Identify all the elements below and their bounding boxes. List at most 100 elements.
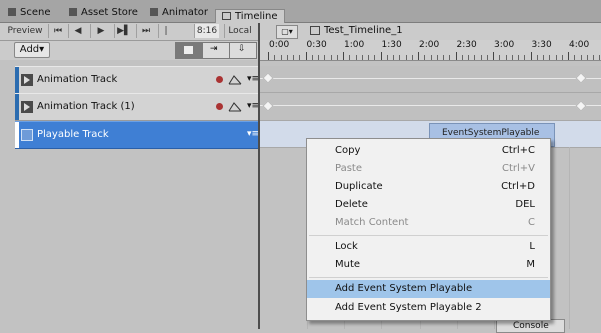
minor-tick <box>486 55 488 60</box>
time-ruler[interactable]: 0:00 0:30 1:00 1:30 2:00 2:30 3:00 3:30 4:00 <box>260 40 601 61</box>
add-track-button[interactable]: Add▾ <box>14 42 50 58</box>
menu-item-match-content: Match Content C <box>307 214 550 232</box>
tab-animator-label: Animator <box>162 7 208 18</box>
minor-tick <box>330 55 332 60</box>
timeline-asset-breadcrumb[interactable]: Test_Timeline_1 <box>310 25 440 37</box>
tab-timeline-label: Timeline <box>235 11 278 22</box>
keyframe-marker[interactable] <box>262 72 274 84</box>
play-range-button[interactable]: | <box>158 24 173 38</box>
timeline-selector-dropdown[interactable]: ▢▾ <box>276 25 298 39</box>
minor-tick <box>411 55 413 60</box>
menu-item-label: Delete <box>335 199 368 210</box>
minor-tick <box>499 55 501 60</box>
track-lane-animation-1[interactable] <box>260 93 601 121</box>
replace-icon: ⇩ <box>238 44 246 54</box>
mix-mode-button[interactable] <box>175 42 203 59</box>
clip-baseline <box>260 105 601 106</box>
minor-tick <box>555 55 557 60</box>
play-button[interactable]: ▶ <box>90 24 111 38</box>
tab-animator[interactable]: Animator <box>144 5 214 21</box>
keyframe-marker[interactable] <box>575 100 587 112</box>
minor-tick <box>474 55 476 60</box>
grid-line <box>569 147 570 329</box>
next-frame-button[interactable]: ▶▌ <box>114 24 133 38</box>
frame-field[interactable]: 8:16 <box>194 24 219 38</box>
minor-tick <box>399 55 401 60</box>
timeline-asset-icon <box>310 25 320 35</box>
minor-tick <box>436 55 438 60</box>
menu-item-shortcut: Ctrl+V <box>501 163 535 174</box>
console-label: Console <box>513 321 549 331</box>
menu-item-shortcut: DEL <box>515 199 535 210</box>
keyframe-marker[interactable] <box>262 100 274 112</box>
playable-track-icon <box>21 129 33 141</box>
animation-track-icon <box>21 101 33 113</box>
menu-item-shortcut: C <box>528 217 535 228</box>
track-toolbar: Add▾ ⇥ ⇩ <box>0 41 258 60</box>
minor-tick <box>393 55 394 60</box>
replace-mode-button[interactable]: ⇩ <box>229 42 257 59</box>
minor-tick <box>299 55 301 60</box>
go-to-start-button[interactable]: ⏮ <box>48 24 67 38</box>
track-animation[interactable]: Animation Track ▾≡ <box>15 66 259 94</box>
minor-tick <box>505 55 507 60</box>
menu-item-mute[interactable]: Mute M <box>307 256 550 274</box>
minor-tick <box>468 55 469 60</box>
minor-tick <box>430 55 432 60</box>
ripple-mode-button[interactable]: ⇥ <box>202 42 230 59</box>
clip-baseline <box>260 78 601 79</box>
major-tick <box>380 52 382 60</box>
menu-item-label: Lock <box>335 241 358 252</box>
keyframe-marker[interactable] <box>575 72 587 84</box>
local-button[interactable]: Local <box>224 24 255 38</box>
minor-tick <box>318 55 319 60</box>
major-tick <box>568 52 569 60</box>
record-icon[interactable] <box>216 76 223 83</box>
track-playable[interactable]: Playable Track ▾≡ <box>15 121 259 149</box>
time-label: 2:00 <box>419 40 440 50</box>
curve-icon[interactable] <box>228 101 242 112</box>
preview-button[interactable]: Preview <box>6 24 44 38</box>
minor-tick <box>599 55 601 60</box>
menu-item-label: Add Event System Playable 2 <box>335 302 482 313</box>
menu-item-delete[interactable]: Delete DEL <box>307 196 550 214</box>
minor-tick <box>424 55 426 60</box>
menu-item-copy[interactable]: Copy Ctrl+C <box>307 142 550 160</box>
minor-tick <box>361 55 363 60</box>
minor-tick <box>586 55 588 60</box>
minor-tick <box>293 55 294 60</box>
minor-tick <box>536 55 538 60</box>
animator-icon <box>150 8 158 16</box>
minor-tick <box>274 55 276 60</box>
minor-tick <box>355 55 357 60</box>
menu-item-add-event-system-playable[interactable]: Add Event System Playable <box>307 280 550 298</box>
tab-scene[interactable]: Scene <box>2 5 57 21</box>
menu-item-label: Mute <box>335 259 361 270</box>
time-label: 1:00 <box>344 40 365 50</box>
minor-tick <box>449 55 451 60</box>
menu-item-duplicate[interactable]: Duplicate Ctrl+D <box>307 178 550 196</box>
timeline-asset-name: Test_Timeline_1 <box>324 25 403 36</box>
track-animation-1[interactable]: Animation Track (1) ▾≡ <box>15 93 259 121</box>
track-lane-animation[interactable] <box>260 66 601 93</box>
record-icon[interactable] <box>216 103 223 110</box>
console-tab[interactable]: Console <box>496 319 565 333</box>
grid-icon <box>8 8 16 16</box>
animation-track-icon <box>21 74 33 86</box>
menu-item-lock[interactable]: Lock L <box>307 238 550 256</box>
time-label: 2:30 <box>456 40 477 50</box>
major-tick <box>530 52 532 60</box>
menu-item-label: Add Event System Playable <box>335 283 473 294</box>
tab-asset-store[interactable]: Asset Store <box>63 5 144 21</box>
minor-tick <box>368 55 369 60</box>
minor-tick <box>518 55 519 60</box>
window-tab-bar: Scene Asset Store Animator Timeline <box>0 0 601 25</box>
curve-icon[interactable] <box>228 74 242 85</box>
minor-tick <box>311 55 313 60</box>
menu-item-add-event-system-playable-2[interactable]: Add Event System Playable 2 <box>307 299 550 317</box>
go-to-end-button[interactable]: ⏭ <box>136 24 155 38</box>
menu-item-shortcut: Ctrl+D <box>501 181 535 192</box>
minor-tick <box>324 55 326 60</box>
previous-frame-button[interactable]: ◀ <box>68 24 87 38</box>
minor-tick <box>480 55 482 60</box>
